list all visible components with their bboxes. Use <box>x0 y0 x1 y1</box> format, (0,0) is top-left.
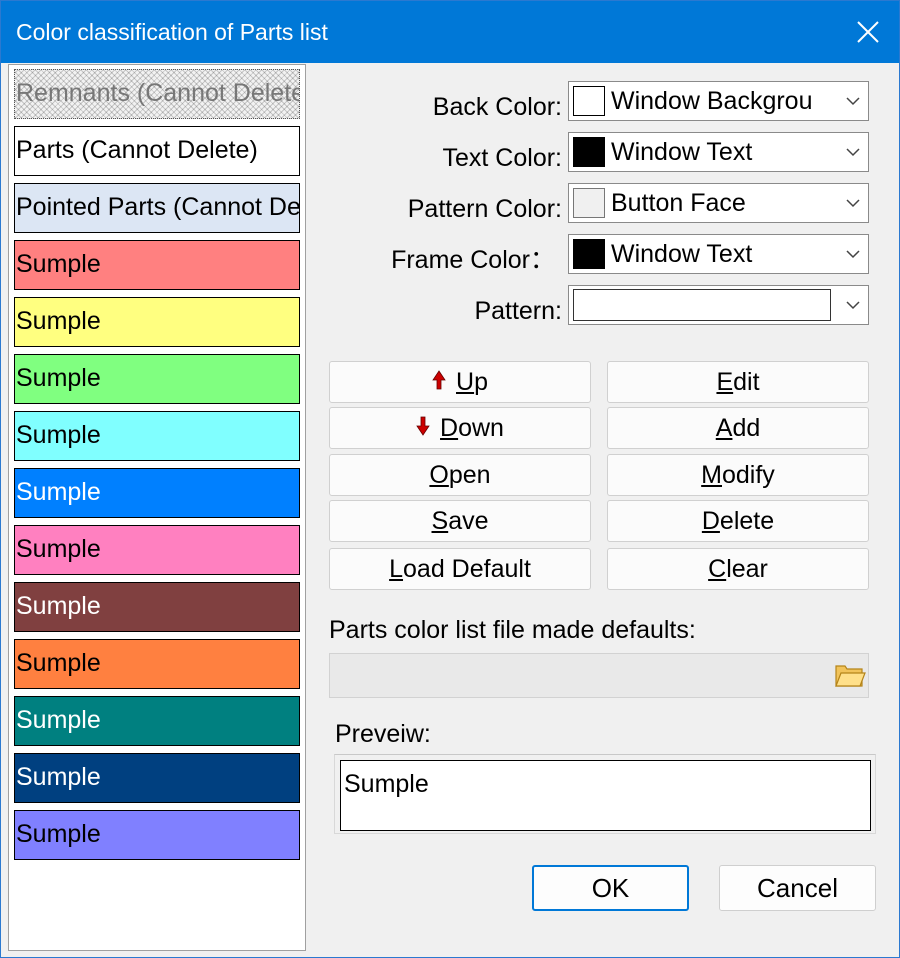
delete-button[interactable]: Delete <box>607 500 869 542</box>
color-list-item[interactable]: Sumple <box>14 297 300 347</box>
color-list-item[interactable]: Sumple <box>14 525 300 575</box>
chevron-down-icon <box>846 301 860 310</box>
save-label: Save <box>431 507 489 535</box>
delete-label: Delete <box>701 507 775 535</box>
down-label: Down <box>440 414 504 442</box>
frame-color-label: Frame Color： <box>391 246 555 274</box>
back-color-swatch <box>573 86 605 116</box>
text-color-combo[interactable]: Window Text <box>568 132 869 172</box>
move-down-button[interactable]: Down <box>329 407 591 449</box>
preview-text: Sumple <box>344 770 429 798</box>
add-button[interactable]: Add <box>607 407 869 449</box>
close-icon <box>857 21 879 43</box>
modify-button[interactable]: Modify <box>607 454 869 496</box>
modify-label: Modify <box>701 461 775 489</box>
back-color-value: Window Backgrou <box>611 87 813 115</box>
color-list-item[interactable]: Sumple <box>14 468 300 518</box>
pattern-preview-box <box>573 289 831 321</box>
color-list-item[interactable]: Parts (Cannot Delete) <box>14 126 300 176</box>
text-color-label: Text Color: <box>442 144 562 172</box>
close-button[interactable] <box>837 1 899 63</box>
chevron-down-icon <box>846 97 860 106</box>
preview-label: Preveiw: <box>335 720 431 748</box>
edit-label: Edit <box>716 368 760 396</box>
back-color-combo[interactable]: Window Backgrou <box>568 81 869 121</box>
color-list-item[interactable]: Sumple <box>14 753 300 803</box>
move-up-button[interactable]: Up <box>329 361 591 403</box>
chevron-down-icon <box>846 148 860 157</box>
clear-button[interactable]: Clear <box>607 548 869 590</box>
text-color-value: Window Text <box>611 138 753 166</box>
color-list-item[interactable]: Sumple <box>14 411 300 461</box>
open-button[interactable]: Open <box>329 454 591 496</box>
frame-color-combo[interactable]: Window Text <box>568 234 869 274</box>
pattern-color-label: Pattern Color: <box>407 195 562 223</box>
color-list-item[interactable]: Sumple <box>14 639 300 689</box>
back-color-label: Back Color: <box>432 93 562 121</box>
color-list-item[interactable]: Pointed Parts (Cannot Delete) <box>14 183 300 233</box>
folder-open-icon[interactable] <box>834 660 866 690</box>
cancel-label: Cancel <box>757 873 838 903</box>
preview-box: Sumple <box>340 760 871 831</box>
chevron-down-icon <box>846 199 860 208</box>
frame-color-swatch <box>573 239 605 269</box>
color-list-item[interactable]: Sumple <box>14 354 300 404</box>
load-default-button[interactable]: Load Default <box>329 548 591 590</box>
open-label: Open <box>429 461 491 489</box>
save-button[interactable]: Save <box>329 500 591 542</box>
defaults-file-field[interactable] <box>329 653 869 698</box>
color-list-item[interactable]: Sumple <box>14 810 300 860</box>
add-label: Add <box>715 414 761 442</box>
color-list-item[interactable]: Sumple <box>14 582 300 632</box>
defaults-file-label: Parts color list file made defaults: <box>329 616 696 644</box>
dialog-window: Color classification of Parts list Remna… <box>0 0 900 958</box>
pattern-label: Pattern: <box>474 297 562 325</box>
up-label: Up <box>456 368 488 396</box>
arrow-up-icon <box>432 370 446 390</box>
cancel-button[interactable]: Cancel <box>719 865 876 911</box>
pattern-combo[interactable] <box>568 285 869 325</box>
text-color-swatch <box>573 137 605 167</box>
window-title: Color classification of Parts list <box>16 19 328 45</box>
clear-label: Clear <box>708 555 768 583</box>
pattern-color-swatch <box>573 188 605 218</box>
chevron-down-icon <box>846 250 860 259</box>
color-list-item[interactable]: Sumple <box>14 240 300 290</box>
pattern-color-combo[interactable]: Button Face <box>568 183 869 223</box>
color-class-list[interactable]: Remnants (Cannot Delete) Parts (Cannot De… <box>8 64 306 951</box>
title-bar[interactable]: Color classification of Parts list <box>1 1 899 63</box>
edit-button[interactable]: Edit <box>607 361 869 403</box>
pattern-color-value: Button Face <box>611 189 746 217</box>
arrow-down-icon <box>416 416 430 437</box>
frame-color-value: Window Text <box>611 240 753 268</box>
color-list-item[interactable]: Sumple <box>14 696 300 746</box>
ok-label: OK <box>591 873 630 903</box>
color-list-item[interactable]: Remnants (Cannot Delete) <box>14 69 300 119</box>
load-default-label: Load Default <box>389 555 531 583</box>
ok-button[interactable]: OK <box>532 865 689 911</box>
